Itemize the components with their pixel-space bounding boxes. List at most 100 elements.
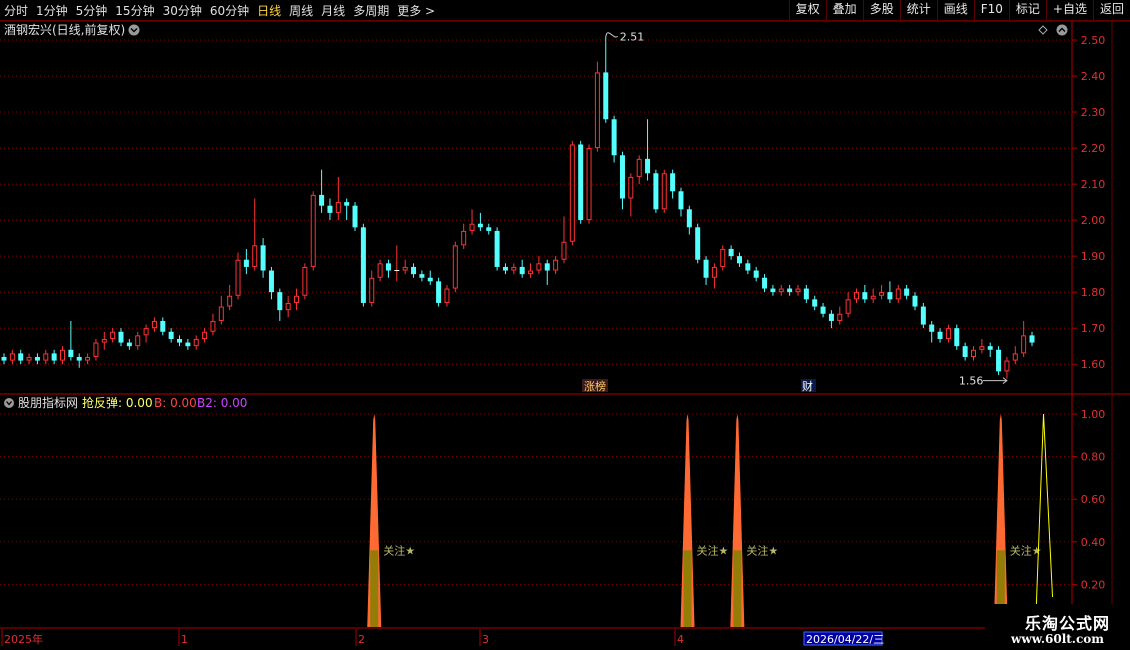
candle-body bbox=[828, 313, 834, 321]
candle bbox=[611, 115, 617, 163]
candle-body bbox=[929, 324, 935, 332]
candle bbox=[177, 335, 183, 347]
candle bbox=[787, 284, 793, 296]
candle bbox=[436, 277, 442, 307]
candle-body bbox=[34, 356, 40, 361]
candle bbox=[294, 288, 300, 311]
candle-body bbox=[85, 356, 91, 361]
cursor-date-box: 2026/04/22/三 bbox=[803, 631, 884, 646]
candle bbox=[937, 328, 943, 343]
high-marker: 2.51 bbox=[605, 30, 645, 43]
candle-body bbox=[210, 320, 216, 332]
candle-body bbox=[419, 274, 425, 278]
candle-body bbox=[904, 288, 910, 296]
candle-body bbox=[586, 148, 592, 221]
candle bbox=[887, 281, 893, 303]
candle bbox=[920, 302, 926, 329]
candle-body bbox=[1004, 360, 1010, 372]
candle-body bbox=[327, 205, 333, 213]
candle bbox=[193, 335, 199, 350]
candle bbox=[528, 263, 534, 278]
candle bbox=[578, 140, 584, 224]
candle bbox=[870, 288, 876, 303]
candle bbox=[561, 216, 567, 264]
diamond-icon[interactable] bbox=[1038, 25, 1048, 35]
stock-chart[interactable]: 关注★ 关注★ 关注★ 关注★ 2.50 2.40 2.30 2.20 2.10 2.00 1.9… bbox=[0, 0, 1130, 650]
signal-spike: 关注★ bbox=[730, 414, 778, 627]
candle-body bbox=[979, 346, 985, 350]
candle-body bbox=[51, 353, 57, 361]
price-tick-label: 2.00 bbox=[1081, 214, 1106, 227]
candle-body bbox=[402, 266, 408, 271]
high-price-label: 2.51 bbox=[620, 30, 645, 43]
indicator-title: 股朋指标网 bbox=[18, 395, 78, 410]
candle bbox=[753, 266, 759, 282]
candle bbox=[143, 324, 149, 343]
candle bbox=[126, 338, 132, 350]
candle bbox=[879, 284, 885, 300]
price-tick-label: 1.60 bbox=[1081, 358, 1106, 371]
date-axis: 2025年 1 2 3 4 bbox=[1, 629, 684, 646]
candle-body bbox=[1029, 335, 1035, 343]
tag-cai[interactable]: 财 bbox=[801, 379, 816, 393]
candle bbox=[93, 338, 99, 361]
date-label: 1 bbox=[181, 633, 188, 646]
price-tick-label: 2.20 bbox=[1081, 142, 1106, 155]
candle bbox=[544, 259, 550, 285]
candle-body bbox=[787, 288, 793, 293]
candle bbox=[385, 259, 391, 278]
candle bbox=[536, 256, 542, 275]
candle-body bbox=[762, 277, 768, 289]
candle bbox=[427, 270, 433, 285]
candle-body bbox=[553, 259, 559, 271]
candle bbox=[845, 292, 851, 318]
candle bbox=[477, 212, 483, 231]
candle-body bbox=[385, 263, 391, 271]
tag-zhangbang[interactable]: 涨榜 bbox=[582, 379, 608, 393]
candle-body bbox=[143, 328, 149, 336]
candle-body bbox=[243, 259, 249, 267]
candle-body bbox=[101, 338, 107, 343]
price-tick-label: 2.50 bbox=[1081, 34, 1106, 47]
candle-body bbox=[920, 306, 926, 325]
candle bbox=[43, 349, 49, 365]
candle-body bbox=[18, 353, 24, 361]
chevron-down-icon[interactable] bbox=[4, 398, 14, 408]
signal-label: 关注★ bbox=[697, 543, 729, 557]
signal-spike-core bbox=[370, 550, 379, 627]
candle-body bbox=[970, 349, 976, 357]
candle-body bbox=[837, 313, 843, 321]
candle bbox=[1004, 356, 1010, 379]
candle-body bbox=[427, 277, 433, 282]
low-marker: 1.56 bbox=[959, 375, 1008, 388]
candle-body bbox=[252, 245, 258, 267]
candle bbox=[1021, 320, 1027, 357]
candle bbox=[218, 295, 224, 325]
candle-body bbox=[686, 209, 692, 228]
candle bbox=[151, 317, 157, 332]
candle bbox=[452, 241, 458, 293]
watermark-name: 乐淘公式网 bbox=[1024, 614, 1110, 633]
candle-body bbox=[227, 295, 233, 307]
candle-body bbox=[193, 338, 199, 347]
candle-body bbox=[636, 158, 642, 177]
candle bbox=[569, 140, 575, 246]
candle-body bbox=[461, 230, 467, 246]
chevron-down-icon[interactable] bbox=[128, 24, 140, 36]
candle bbox=[352, 202, 358, 231]
candle bbox=[945, 324, 951, 343]
candle bbox=[377, 259, 383, 282]
collapse-icon[interactable] bbox=[1056, 24, 1068, 36]
candle bbox=[678, 187, 684, 217]
candle-body bbox=[795, 288, 801, 293]
candle-body bbox=[344, 202, 350, 206]
candle-body bbox=[93, 342, 99, 357]
candle bbox=[519, 259, 525, 278]
signal-label: 关注★ bbox=[383, 543, 415, 557]
candle-body bbox=[268, 270, 274, 293]
candle bbox=[469, 209, 475, 235]
signal-spike-core bbox=[733, 550, 742, 627]
candle bbox=[243, 248, 249, 275]
candle-body bbox=[519, 266, 525, 275]
candle-body bbox=[996, 349, 1002, 372]
